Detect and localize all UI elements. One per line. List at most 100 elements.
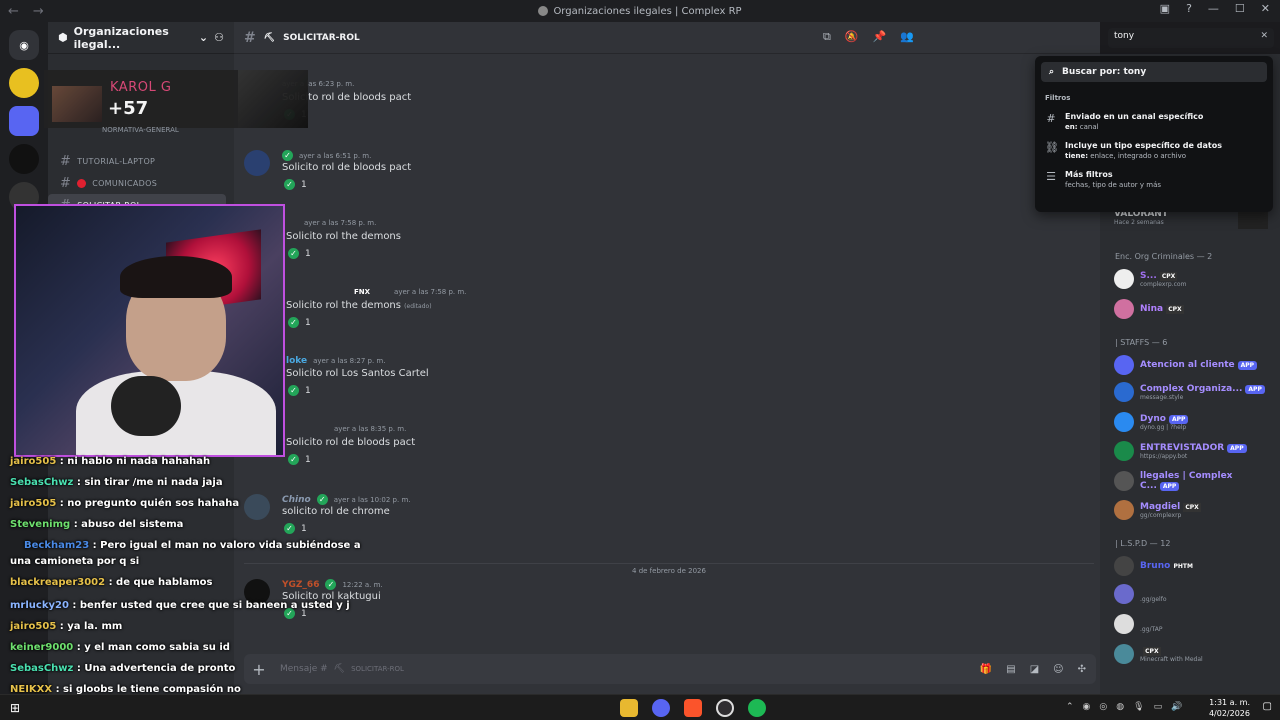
inbox-icon[interactable]: ▣ bbox=[1160, 2, 1170, 15]
windows-start-icon[interactable]: ⊞ bbox=[10, 701, 20, 715]
member-item[interactable]: Dyno APP dyno.gg | ?help bbox=[1114, 412, 1274, 432]
avatar bbox=[1114, 412, 1134, 432]
filter-channel[interactable]: # Enviado en un canal específico en: canal bbox=[1041, 108, 1267, 135]
member-item[interactable]: .gg/TAP bbox=[1114, 614, 1274, 634]
server-icon-pikachu[interactable] bbox=[9, 68, 39, 98]
member-item[interactable]: Nina CPX bbox=[1114, 299, 1274, 319]
clear-search-icon[interactable]: ✕ bbox=[1260, 31, 1268, 41]
member-group-header: Enc. Org Criminales — 2 bbox=[1115, 252, 1213, 261]
mute-icon[interactable]: 🔕 bbox=[845, 30, 859, 44]
guild-header[interactable]: ⬢ Organizaciones ilegal... ⌄ ⚇ bbox=[48, 22, 234, 54]
discord-home-icon[interactable]: ◉ bbox=[9, 30, 39, 60]
threads-icon[interactable]: ⧉ bbox=[823, 30, 831, 44]
file-explorer-icon[interactable] bbox=[620, 699, 638, 717]
network-icon[interactable]: ▭ bbox=[1154, 702, 1163, 712]
reaction-check[interactable]: ✓1 bbox=[288, 317, 311, 328]
composer-tools: 🎁 ▤ ◪ ☺ ✣ bbox=[980, 664, 1086, 675]
stream-chat-line: mrlucky20 : benfer usted que cree que si… bbox=[10, 600, 350, 611]
check-icon: ✓ bbox=[284, 179, 295, 190]
taskbar-apps bbox=[620, 699, 766, 717]
member-item[interactable]: Atencion al cliente APP bbox=[1114, 355, 1274, 375]
chevron-down-icon: ⌄ bbox=[198, 31, 209, 44]
stream-chat-line: jairo505 : ya la. mm bbox=[10, 621, 123, 632]
reaction-check[interactable]: ✓1 bbox=[288, 248, 311, 259]
server-icon-folder[interactable] bbox=[9, 106, 39, 136]
avatar bbox=[1114, 556, 1134, 576]
stream-chat: jairo505 : ni hablo ni nada hahahah Seba… bbox=[10, 456, 361, 696]
member-group-header: | L.S.P.D — 12 bbox=[1115, 539, 1171, 548]
server-icon bbox=[538, 6, 549, 16]
stream-chat-line: SebasChwz : sin tirar /me ni nada jaja bbox=[10, 477, 223, 488]
search-query-option[interactable]: ⌕ Buscar por: tony bbox=[1041, 62, 1267, 82]
member-item[interactable]: Magdiel CPX gg/complexrp bbox=[1114, 500, 1274, 520]
title-bar: ← → Organizaciones ilegales | Complex RP… bbox=[0, 0, 1280, 22]
pickaxe-icon: ⛏ bbox=[263, 32, 276, 43]
avatar bbox=[1114, 614, 1134, 634]
filter-has[interactable]: ⛓ Incluye un tipo específico de datos tien… bbox=[1041, 137, 1267, 164]
link-icon: ⛓ bbox=[1045, 141, 1059, 154]
channel-tutorial-laptop[interactable]: # tutorial-laptop bbox=[48, 150, 234, 172]
stream-chat-line: Beckham23 : Pero igual el man no valoro … bbox=[24, 540, 361, 551]
sliders-icon: ☰ bbox=[1046, 170, 1056, 183]
member-item[interactable]: llegales | Complex C... APP bbox=[1114, 471, 1274, 491]
apps-icon[interactable]: ✣ bbox=[1078, 664, 1086, 675]
obs-icon[interactable] bbox=[716, 699, 734, 717]
add-member-icon[interactable]: ⚇ bbox=[214, 31, 224, 44]
members-icon[interactable]: 👥 bbox=[900, 30, 914, 44]
chevron-up-icon[interactable]: ⌃ bbox=[1066, 702, 1074, 712]
taskbar: ⊞ ⌃ ◉ ◎ ◍ 🎙 ▭ 🔊 1:31 a. m. 4/02/2026 ▢ bbox=[0, 694, 1280, 720]
volume-icon[interactable]: 🔊 bbox=[1171, 702, 1182, 712]
microphone bbox=[111, 376, 181, 436]
member-item[interactable]: Complex Organiza... APP message.style bbox=[1114, 382, 1274, 402]
maximize-button[interactable]: ☐ bbox=[1235, 2, 1245, 15]
spotify-icon[interactable] bbox=[748, 699, 766, 717]
member-item[interactable]: ENTREVISTADOR APP https://appy.bot bbox=[1114, 441, 1274, 461]
badge-icon: ✓ bbox=[282, 150, 293, 161]
member-item[interactable]: CPX Minecraft with Medal bbox=[1114, 644, 1274, 664]
server-icon-skull[interactable] bbox=[9, 144, 39, 174]
stream-chat-line: Stevenimg : abuso del sistema bbox=[10, 519, 184, 530]
notification-icon[interactable]: ▢ bbox=[1263, 701, 1272, 712]
avatar bbox=[1114, 382, 1134, 402]
obs-tray-icon[interactable]: ◉ bbox=[1083, 702, 1091, 712]
minimize-button[interactable]: — bbox=[1208, 2, 1219, 15]
avatar bbox=[1114, 269, 1134, 289]
help-icon[interactable]: ? bbox=[1186, 2, 1192, 15]
member-item[interactable]: Bruno PHTM bbox=[1114, 556, 1274, 576]
avatar bbox=[1114, 644, 1134, 664]
discord-taskbar-icon[interactable] bbox=[652, 699, 670, 717]
reaction-check[interactable]: ✓1 bbox=[284, 179, 307, 190]
discord-tray-icon[interactable]: ◍ bbox=[1116, 702, 1124, 712]
message-composer[interactable]: + Mensaje # ⛏ solicitar-rol 🎁 ▤ ◪ ☺ ✣ bbox=[244, 654, 1096, 684]
pin-icon[interactable]: 📌 bbox=[873, 30, 887, 44]
brave-icon[interactable] bbox=[684, 699, 702, 717]
system-tray: ⌃ ◉ ◎ ◍ 🎙 ▭ 🔊 bbox=[1066, 702, 1182, 712]
sticker-icon[interactable]: ◪ bbox=[1030, 664, 1039, 675]
hash-icon: # bbox=[1046, 112, 1056, 125]
reaction-check[interactable]: ✓1 bbox=[288, 385, 311, 396]
filter-more[interactable]: ☰ Más filtros fechas, tipo de autor y más bbox=[1041, 166, 1267, 193]
avatar[interactable] bbox=[244, 150, 270, 176]
avatar bbox=[1114, 299, 1134, 319]
gif-icon[interactable]: ▤ bbox=[1006, 664, 1015, 675]
chat-area: # ⛏ solicitar-rol ⧉ 🔕 📌 👥 ayer a las 6:2… bbox=[234, 22, 1100, 698]
clock[interactable]: 1:31 a. m. 4/02/2026 bbox=[1209, 697, 1250, 719]
search-icon: ⌕ bbox=[1049, 67, 1055, 77]
search-suggestions-popup: ⌕ Buscar por: tony Filtros # Enviado en un… bbox=[1035, 56, 1273, 212]
window-controls: ▣ ? — ☐ ✕ bbox=[1160, 2, 1270, 15]
member-item[interactable]: .gg/gelfo bbox=[1114, 584, 1274, 604]
check-icon: ✓ bbox=[288, 248, 299, 259]
emoji-icon[interactable]: ☺ bbox=[1053, 664, 1063, 675]
stream-overlay-music: KAROL G +57 NORMATIVA-GENERAL bbox=[44, 70, 308, 134]
hash-icon: # bbox=[244, 29, 256, 46]
member-item[interactable]: S... CPX complexrp.com bbox=[1114, 269, 1274, 289]
stream-chat-line: keiner9000 : y el man como sabia su id bbox=[10, 642, 230, 653]
stream-chat-line: jairo505 : ni hablo ni nada hahahah bbox=[10, 456, 211, 467]
search-input[interactable]: tony ✕ bbox=[1108, 28, 1274, 48]
mic-tray-icon[interactable]: 🎙 bbox=[1133, 702, 1144, 712]
avatar bbox=[1114, 441, 1134, 461]
steam-tray-icon[interactable]: ◎ bbox=[1099, 702, 1107, 712]
gift-icon[interactable]: 🎁 bbox=[980, 664, 992, 675]
channel-comunicados[interactable]: # comunicados bbox=[48, 172, 234, 194]
close-button[interactable]: ✕ bbox=[1261, 2, 1270, 15]
